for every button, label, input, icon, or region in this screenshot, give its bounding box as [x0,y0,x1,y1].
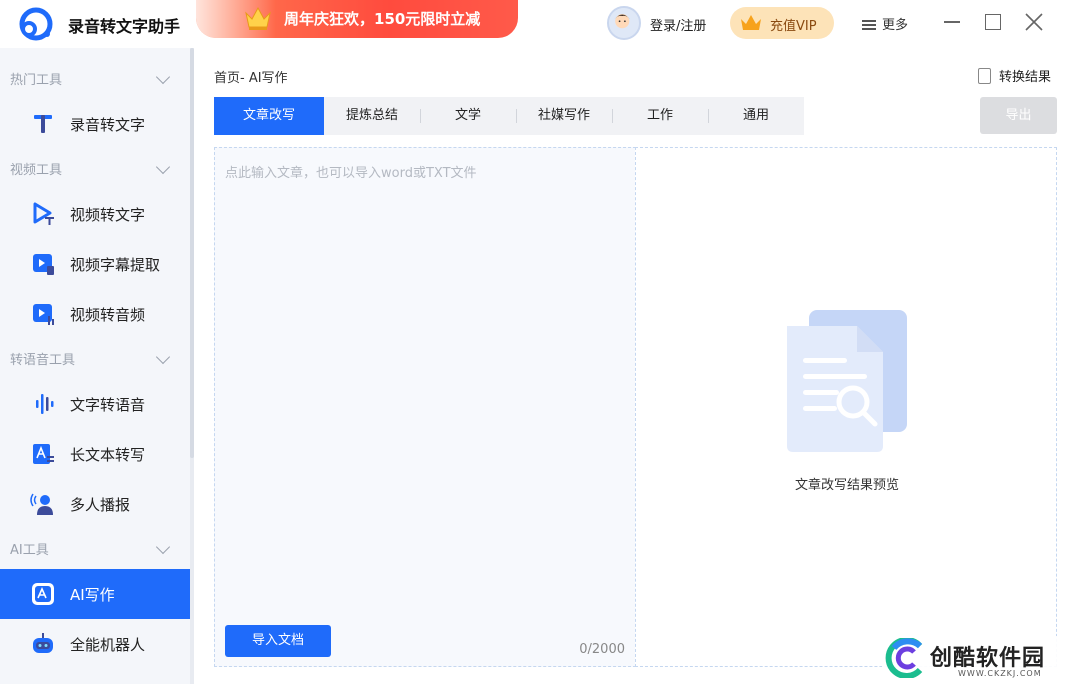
video-text-icon [33,202,54,225]
watermark-logo-icon [885,638,923,678]
sidebar-item-label: 视频转音频 [70,306,146,324]
sidebar-item-video-to-audio[interactable]: 视频转音频 [0,289,190,339]
menu-icon [862,19,876,30]
article-input-area[interactable]: 点此输入文章，也可以导入word或TXT文件 导入文档 0/2000 [214,147,636,667]
sidebar-scrollbar[interactable] [190,48,194,684]
login-register-link[interactable]: 登录/注册 [650,15,706,34]
watermark-text: 创酷软件园 [930,646,1046,671]
sidebar-group-label: AI工具 [10,543,49,558]
chevron-down-icon [155,539,171,555]
sidebar-group-label: 视频工具 [10,163,63,178]
sidebar-item-label: 长文本转写 [70,446,146,464]
tab-summary[interactable]: 提炼总结 [324,97,420,135]
sidebar-group-hot-tools[interactable]: 热门工具 [0,58,190,98]
sidebar-item-label: 录音转文字 [70,116,146,134]
app-logo-icon [19,7,53,41]
chevron-down-icon [155,159,171,175]
sidebar-item-robot[interactable]: 全能机器人 [0,619,190,669]
watermark: 创酷软件园 WWW.CKZKJ.COM [882,636,1068,684]
sidebar-item-multi-broadcast[interactable]: 多人播报 [0,479,190,529]
more-label: 更多 [882,18,909,33]
vip-recharge-button[interactable]: 充值VIP [730,7,834,39]
conversion-result-link[interactable]: 转换结果 [978,66,1051,86]
user-avatar-icon [609,8,636,35]
robot-icon [33,633,53,653]
document-search-icon [787,310,907,452]
sidebar-group-video-tools[interactable]: 视频工具 [0,148,190,188]
writing-tabs: 文章改写 提炼总结 文学 社媒写作 工作 通用 [214,97,804,135]
conversion-result-label: 转换结果 [999,70,1052,85]
export-button[interactable]: 导出 [980,97,1057,134]
tab-literature[interactable]: 文学 [420,97,516,135]
sidebar-group-ai-tools[interactable]: AI工具 [0,528,190,568]
character-counter: 0/2000 [579,642,625,657]
breadcrumb: 首页- AI写作 [214,71,288,86]
import-document-button[interactable]: 导入文档 [225,625,331,657]
sidebar-item-label: 全能机器人 [70,636,146,654]
vip-label: 充值VIP [770,19,817,34]
document-icon [978,67,991,84]
chevron-down-icon [155,69,171,85]
avatar[interactable] [607,6,641,40]
sidebar-item-text-to-speech[interactable]: 文字转语音 [0,379,190,429]
sidebar-group-speech-tools[interactable]: 转语音工具 [0,338,190,378]
long-text-icon [33,444,54,464]
sidebar-item-subtitle-extract[interactable]: 视频字幕提取 [0,239,190,289]
sidebar-item-audio-to-text[interactable]: 录音转文字 [0,99,190,149]
broadcast-icon [30,493,53,515]
crown-icon [741,15,761,30]
promo-banner[interactable]: 周年庆狂欢，150元限时立减 [196,0,518,38]
minimize-button[interactable] [940,10,964,34]
maximize-button[interactable] [980,10,1004,34]
crown-icon [245,6,271,30]
sidebar-item-label: 多人播报 [70,496,131,514]
title-bar: 录音转文字助手 周年庆狂欢，150元限时立减 登录/注册 充值VIP 更多 [0,0,1068,48]
tab-social-media[interactable]: 社媒写作 [516,97,612,135]
tab-article-rewrite[interactable]: 文章改写 [214,97,324,135]
sidebar-item-long-text[interactable]: 长文本转写 [0,429,190,479]
tab-work[interactable]: 工作 [612,97,708,135]
sidebar-group-label: 转语音工具 [10,353,76,368]
sidebar-item-label: 文字转语音 [70,396,146,414]
sidebar: 热门工具 录音转文字 视频工具 视频转文字 视频字幕提取 视频转音频 转语音工具… [0,48,190,684]
chevron-down-icon [155,349,171,365]
sidebar-item-label: AI写作 [70,586,115,604]
ai-write-icon [32,583,54,605]
tab-general[interactable]: 通用 [708,97,804,135]
sidebar-item-video-to-text[interactable]: 视频转文字 [0,189,190,239]
sidebar-group-label: 热门工具 [10,73,63,88]
promo-text: 周年庆狂欢，150元限时立减 [284,10,481,28]
app-title: 录音转文字助手 [68,17,181,36]
sidebar-item-ai-writing[interactable]: AI写作 [0,569,190,619]
sidebar-item-label: 视频转文字 [70,206,146,224]
watermark-url: WWW.CKZKJ.COM [958,669,1042,678]
sidebar-item-label: 视频字幕提取 [70,256,161,274]
close-icon[interactable] [1022,10,1046,34]
waveform-icon [36,394,54,414]
subtitle-icon [33,254,54,275]
t-letter-icon [34,115,52,133]
article-input-placeholder: 点此输入文章，也可以导入word或TXT文件 [225,166,477,181]
result-preview-area: 文章改写结果预览 [635,147,1057,667]
more-menu-button[interactable]: 更多 [862,14,908,33]
preview-caption: 文章改写结果预览 [794,478,899,493]
video-audio-icon [33,304,54,325]
